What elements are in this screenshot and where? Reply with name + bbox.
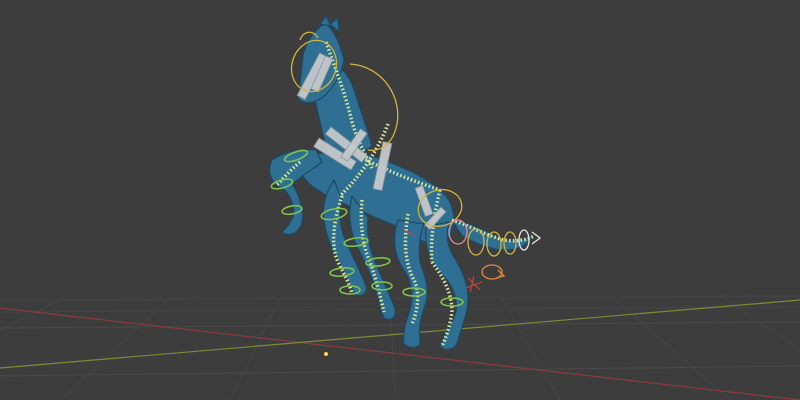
3d-viewport[interactable]	[0, 0, 800, 400]
grid-line	[0, 306, 800, 313]
grid-line	[229, 297, 281, 400]
grid-line	[499, 295, 561, 400]
grid-line	[0, 365, 800, 377]
origin-icon	[324, 352, 328, 356]
grid-line	[59, 297, 171, 400]
y-axis-line	[0, 299, 800, 369]
x-axis-line	[0, 307, 800, 400]
horse-front-leg-raised[interactable]	[269, 148, 323, 235]
grid-line	[0, 295, 800, 301]
grid-line	[0, 299, 61, 331]
horse-mesh[interactable]	[269, 15, 533, 350]
horse-ear	[319, 15, 332, 27]
viewport-canvas[interactable]	[0, 0, 800, 400]
grid-line	[0, 321, 800, 329]
tail-ik-arrow[interactable]	[495, 269, 506, 279]
ik-target-marker[interactable]	[465, 275, 483, 293]
